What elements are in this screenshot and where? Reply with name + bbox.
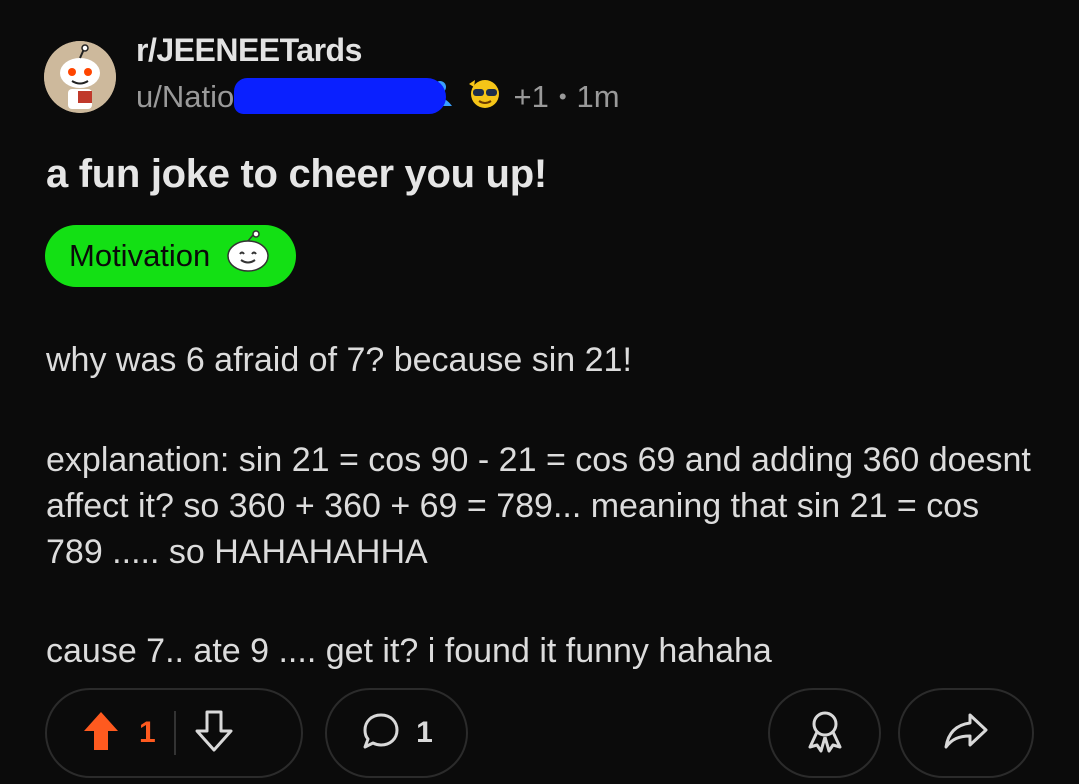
comment-button[interactable]: 1	[325, 688, 468, 778]
post-time: 1m	[576, 79, 620, 114]
comment-count: 1	[416, 716, 433, 749]
redaction-mark	[234, 78, 446, 114]
avatar[interactable]	[44, 41, 116, 113]
upvote-icon[interactable]	[81, 709, 121, 758]
snoo-smile-icon	[224, 230, 272, 282]
sunglasses-emoji-icon	[465, 76, 503, 118]
vote-count: 1	[139, 716, 156, 749]
award-button[interactable]	[768, 688, 881, 778]
plus-count: +1	[513, 79, 549, 114]
vote-divider	[173, 711, 176, 755]
award-icon	[803, 707, 847, 760]
meta-separator: •	[558, 84, 567, 109]
share-icon	[942, 710, 990, 757]
post-flair[interactable]: Motivation	[45, 225, 297, 287]
snoo-avatar-icon	[44, 41, 116, 113]
share-button[interactable]	[898, 688, 1034, 778]
username[interactable]: u/Natio	[136, 79, 234, 115]
body-paragraph-3: cause 7.. ate 9 .... get it? i found it …	[46, 632, 772, 670]
post-title[interactable]: a fun joke to cheer you up!	[46, 152, 547, 197]
downvote-icon[interactable]	[194, 709, 234, 758]
body-paragraph-2: explanation: sin 21 = cos 90 - 21 = cos …	[46, 441, 1031, 571]
vote-bar: 1	[45, 688, 303, 778]
flair-label: Motivation	[69, 238, 211, 273]
subreddit-name[interactable]: r/JEENEETards	[136, 32, 362, 69]
body-paragraph-1: why was 6 afraid of 7? because sin 21!	[46, 341, 632, 379]
comment-icon	[360, 710, 402, 757]
